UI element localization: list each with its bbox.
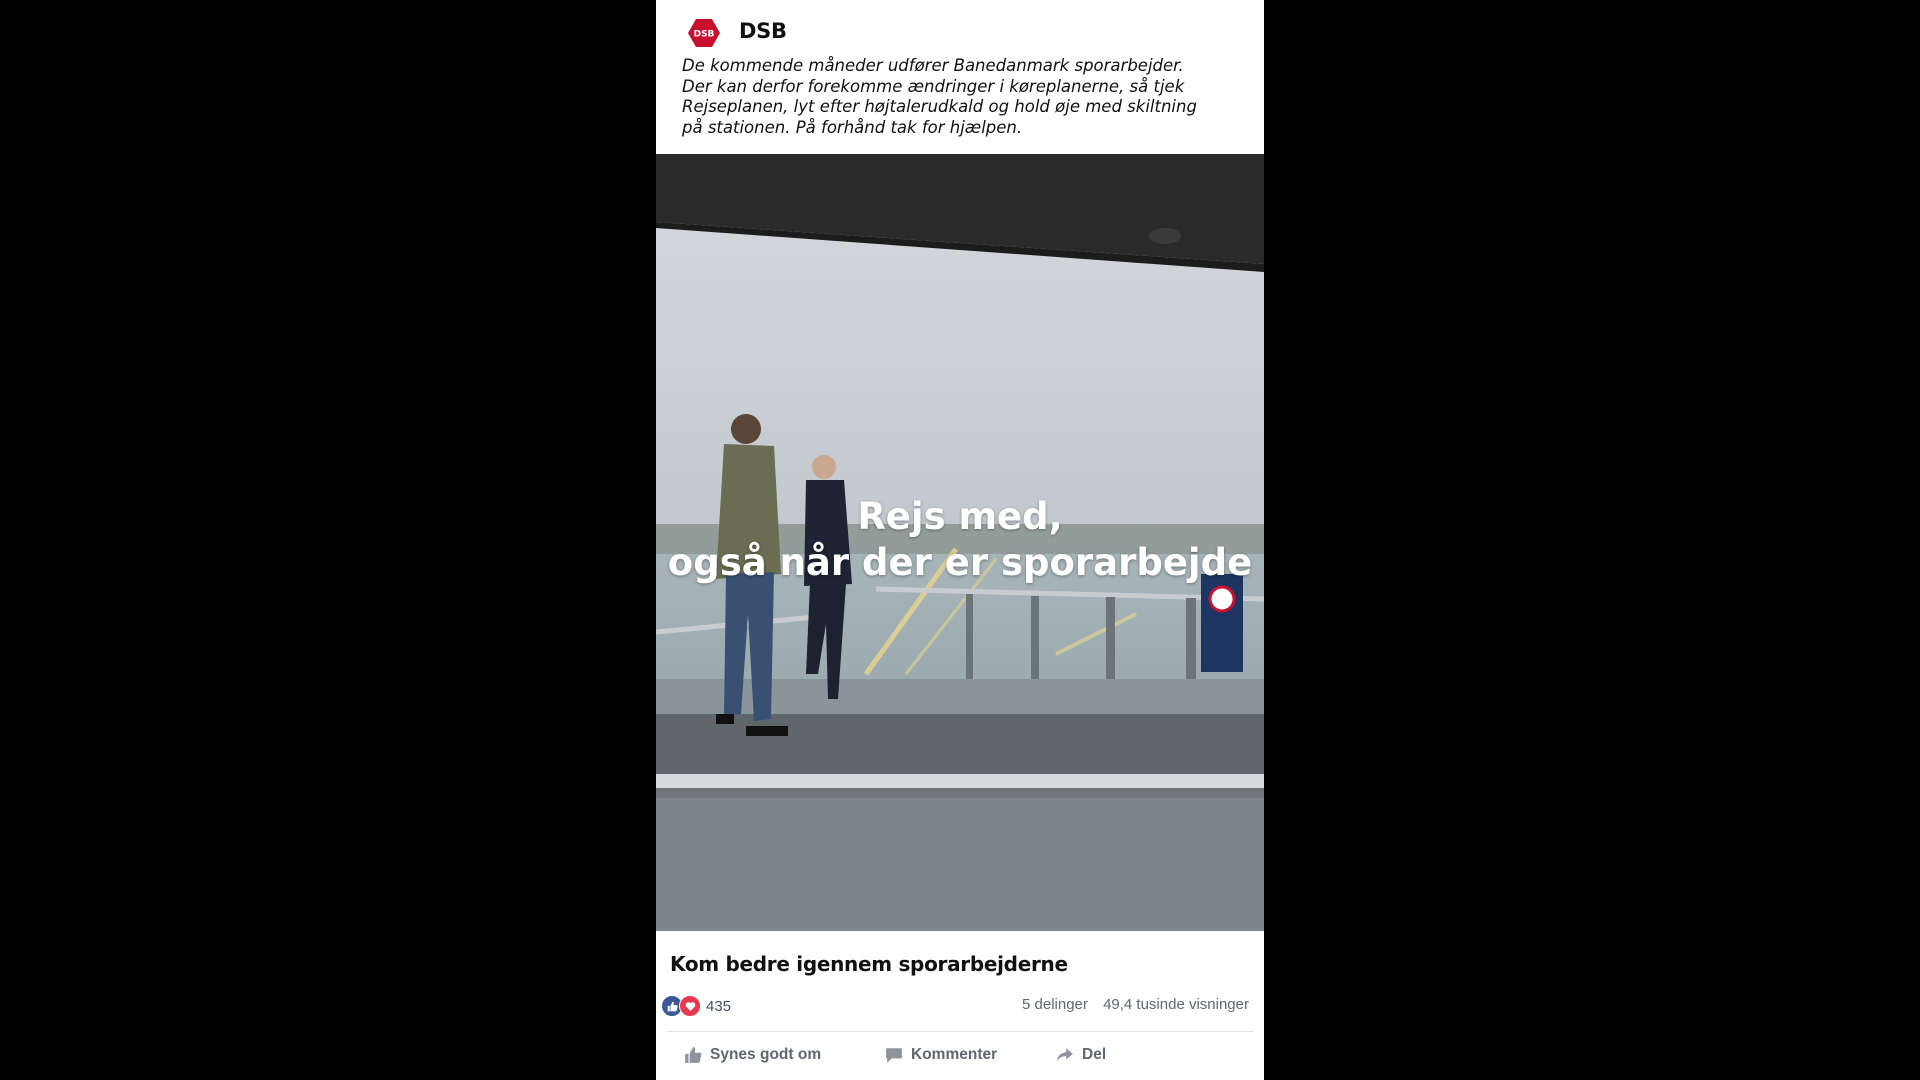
reactions-summary[interactable]: 435 xyxy=(661,994,731,1018)
share-button[interactable]: Del xyxy=(1056,1046,1106,1064)
share-label: Del xyxy=(1082,1046,1107,1063)
reaction-count: 435 xyxy=(706,997,732,1015)
dsb-logo-text: DSB xyxy=(694,30,715,40)
comment-icon xyxy=(886,1048,902,1063)
video-caption-line1: Rejs med, xyxy=(857,495,1063,538)
post-text-line: Rejseplanen, lyt efter højtalerudkald og… xyxy=(682,97,1197,116)
thumbs-up-icon xyxy=(685,1047,702,1063)
post-text-line: De kommende måneder udfører Banedanmark … xyxy=(682,56,1184,75)
engagement-stats: 5 delinger 49,4 tusinde visninger xyxy=(1011,996,1249,1013)
divider xyxy=(668,1031,1254,1032)
comment-button[interactable]: Kommenter xyxy=(885,1046,997,1064)
post-text-line: på stationen. På forhånd tak for hjælpen… xyxy=(682,117,1023,137)
view-count: 49,4 tusinde visninger xyxy=(1103,996,1249,1013)
facebook-post: DSB DSB De kommende måneder udfører Bane… xyxy=(656,0,1264,1080)
share-count[interactable]: 5 delinger xyxy=(1022,996,1088,1013)
post-text: De kommende måneder udfører Banedanmark … xyxy=(682,56,1202,138)
love-icon xyxy=(679,995,701,1017)
action-bar: Synes godt om Kommenter Del xyxy=(656,1046,1264,1076)
post-header: DSB DSB De kommende måneder udfører Bane… xyxy=(656,0,1264,154)
comment-label: Kommenter xyxy=(911,1046,998,1063)
post-text-line: Der kan derfor forekomme ændringer i kør… xyxy=(682,76,1185,96)
dsb-logo[interactable]: DSB xyxy=(688,19,720,47)
video-caption-line2: også når der er sporarbejde xyxy=(667,541,1253,584)
page-name[interactable]: DSB xyxy=(739,19,787,43)
link-title[interactable]: Kom bedre igennem sporarbejderne xyxy=(670,952,1068,976)
like-label: Synes godt om xyxy=(710,1046,822,1063)
share-icon xyxy=(1057,1048,1073,1062)
like-button[interactable]: Synes godt om xyxy=(684,1046,821,1064)
video-player[interactable]: Rejs med, også når der er sporarbejde xyxy=(656,154,1264,931)
